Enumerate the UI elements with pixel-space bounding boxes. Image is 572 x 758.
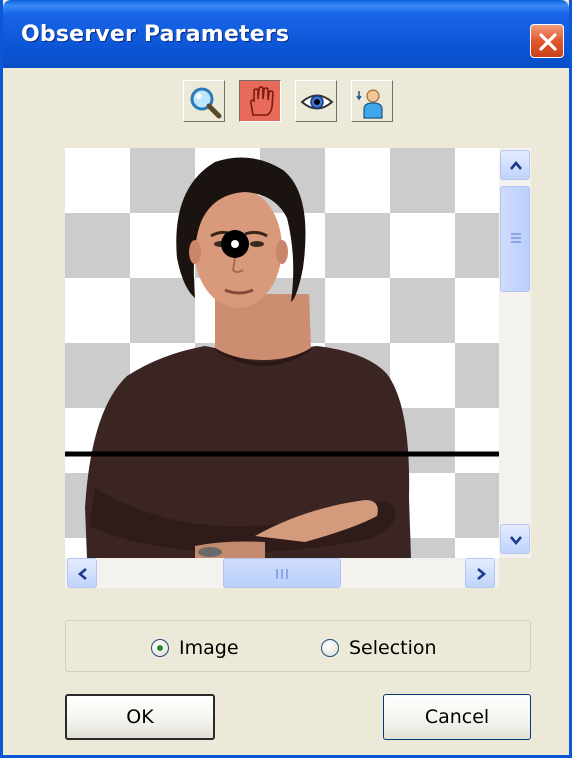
chevron-up-icon — [510, 160, 522, 170]
eye-icon — [300, 94, 334, 110]
radio-button-unchecked[interactable] — [321, 639, 339, 657]
selection-radio-label: Selection — [349, 637, 437, 659]
eye-tool-button[interactable] — [295, 80, 337, 122]
grip-icon — [511, 233, 521, 243]
chevron-left-icon — [77, 568, 87, 580]
title-bar[interactable]: Observer Parameters — [3, 0, 569, 68]
magnifier-icon — [190, 87, 222, 119]
close-icon — [539, 33, 557, 51]
ok-button[interactable]: OK — [65, 694, 215, 740]
image-radio-label: Image — [179, 637, 239, 659]
close-button[interactable] — [530, 24, 564, 58]
observer-tool-button[interactable] — [351, 80, 393, 122]
scroll-right-button[interactable] — [465, 558, 495, 588]
horizontal-scrollbar[interactable] — [65, 558, 499, 588]
hand-icon — [249, 86, 274, 116]
dialog-title: Observer Parameters — [21, 22, 290, 47]
scroll-down-button[interactable] — [500, 524, 530, 554]
horizontal-scroll-thumb[interactable] — [223, 558, 341, 588]
mode-groupbox — [65, 620, 531, 672]
cancel-button[interactable]: Cancel — [383, 694, 531, 740]
chevron-right-icon — [477, 568, 487, 580]
chevron-down-icon — [510, 536, 522, 546]
observer-person-icon — [356, 89, 383, 119]
grip-icon — [276, 569, 288, 579]
person-photo — [65, 157, 499, 558]
image-radio[interactable]: Image — [151, 637, 239, 659]
image-viewport[interactable] — [65, 148, 499, 558]
selection-radio[interactable]: Selection — [321, 637, 437, 659]
scroll-up-button[interactable] — [500, 150, 530, 180]
radio-dot — [157, 645, 163, 651]
observer-parameters-dialog: Observer Parameters Image Selection OK C… — [0, 0, 572, 758]
pan-tool-button[interactable] — [239, 80, 281, 122]
scroll-left-button[interactable] — [67, 558, 97, 588]
radio-button-checked[interactable] — [151, 639, 169, 657]
vertical-scroll-thumb[interactable] — [500, 186, 530, 292]
zoom-tool-button[interactable] — [183, 80, 225, 122]
vertical-scrollbar[interactable] — [499, 148, 531, 558]
